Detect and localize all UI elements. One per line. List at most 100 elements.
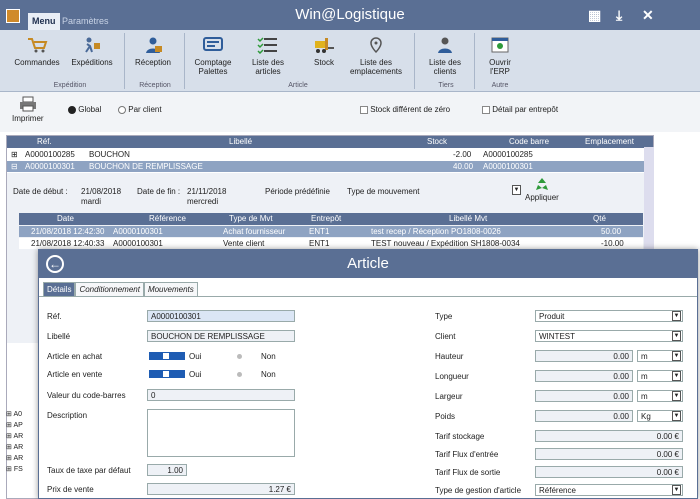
row-stock: -2.00 — [453, 150, 472, 159]
ouvrir-erp-button[interactable]: Ouvrir l'ERP — [478, 30, 522, 82]
client-dropdown-icon[interactable]: ▼ — [672, 331, 681, 341]
sub-header-date[interactable]: Date — [57, 214, 74, 223]
row-libelle: BOUCHON — [89, 150, 130, 159]
vente-toggle[interactable] — [149, 370, 185, 378]
header-emplacement[interactable]: Emplacement — [585, 137, 634, 146]
codebarre-field[interactable]: 0 — [147, 389, 295, 401]
print-button[interactable]: Imprimer — [12, 96, 44, 123]
description-field[interactable] — [147, 409, 295, 457]
header-stock[interactable]: Stock — [427, 137, 447, 146]
reception-button[interactable]: Réception — [128, 30, 178, 82]
list-item[interactable]: ⊞ AR — [6, 443, 38, 454]
gestion-select[interactable]: Référence — [535, 484, 683, 496]
client-icon — [438, 37, 452, 53]
liste-clients-button[interactable]: Liste des clients — [420, 30, 470, 82]
poids-label: Poids — [435, 412, 456, 421]
type-mvt-dropdown[interactable]: ▼ — [512, 185, 521, 195]
close-icon[interactable]: ✕ — [642, 7, 654, 24]
list-item[interactable]: ⊞ A0 — [6, 410, 38, 421]
movement-row[interactable]: 21/08/2018 12:40:33 A0000100301 Vente cl… — [19, 238, 643, 249]
longueur-unit-dropdown-icon[interactable]: ▼ — [672, 371, 681, 381]
sub-header-qte[interactable]: Qté — [593, 214, 606, 223]
type-mvt-label: Type de mouvement — [347, 187, 420, 196]
hauteur-unit-dropdown-icon[interactable]: ▼ — [672, 351, 681, 361]
dialog-header: ← Article — [39, 250, 697, 278]
sub-header-ref[interactable]: Référence — [149, 214, 186, 223]
tarif-entree-label: Tarif Flux d'entrée — [435, 450, 499, 459]
mvt-entrepot: ENT1 — [309, 227, 330, 236]
group-autre-label: Autre — [491, 82, 509, 89]
tab-mouvements[interactable]: Mouvements — [143, 282, 198, 296]
expand-icon[interactable]: ⊞ — [11, 150, 18, 159]
sub-header-libelle[interactable]: Libellé Mvt — [449, 214, 487, 223]
header-code-barre[interactable]: Code barre — [509, 137, 549, 146]
liste-articles-label-2: articles — [255, 67, 281, 76]
radio-par-client[interactable]: Par client — [118, 105, 162, 114]
list-item[interactable]: ⊞ FS — [6, 465, 38, 476]
poids-field[interactable]: 0.00 — [535, 410, 633, 422]
mvt-type: Vente client — [223, 239, 265, 248]
hauteur-field[interactable]: 0.00 — [535, 350, 633, 362]
liste-emplacements-button[interactable]: Liste des emplacements — [346, 30, 406, 82]
description-label: Description — [47, 411, 88, 420]
client-select[interactable]: WINTEST — [535, 330, 683, 342]
detail-checkbox[interactable]: Détail par entrepôt — [482, 105, 558, 114]
movement-row[interactable]: 21/08/2018 12:42:30 A0000100301 Achat fo… — [19, 226, 643, 237]
tab-conditionnement[interactable]: Conditionnement — [75, 282, 144, 296]
sub-header-type[interactable]: Type de Mvt — [229, 214, 273, 223]
date-fin-day: mercredi — [187, 197, 219, 206]
type-dropdown-icon[interactable]: ▼ — [672, 311, 681, 321]
grid-view-icon[interactable]: ▦ — [588, 7, 601, 24]
expeditions-button[interactable]: Expéditions — [66, 30, 118, 82]
tarif-entree-field[interactable]: 0.00 € — [535, 448, 683, 460]
liste-articles-button[interactable]: Liste des articles — [242, 30, 294, 82]
reception-label: Réception — [134, 58, 172, 67]
liste-emplacements-label-2: emplacements — [349, 67, 403, 76]
list-item[interactable]: ⊞ AR — [6, 454, 38, 465]
commandes-label: Commandes — [14, 58, 60, 67]
tarif-stock-field[interactable]: 0.00 € — [535, 430, 683, 442]
largeur-field[interactable]: 0.00 — [535, 390, 633, 402]
stock-diff-box — [360, 105, 368, 114]
header-libelle[interactable]: Libellé — [229, 137, 252, 146]
stock-label: Stock — [313, 58, 334, 67]
largeur-unit-dropdown-icon[interactable]: ▼ — [672, 391, 681, 401]
recycle-icon — [535, 178, 548, 190]
tarif-sortie-field[interactable]: 0.00 € — [535, 466, 683, 478]
vente-oui: Oui — [189, 370, 202, 379]
date-debut-label: Date de début : — [13, 187, 68, 196]
achat-toggle[interactable] — [149, 352, 185, 360]
sub-header-entrepot[interactable]: Entrepôt — [311, 214, 341, 223]
ribbon: Commandes Expéditions Réception Comptage… — [0, 30, 700, 92]
type-select[interactable]: Produit — [535, 310, 683, 322]
comptage-palettes-button[interactable]: Comptage Palettes — [188, 30, 238, 82]
stock-button[interactable]: Stock — [304, 30, 344, 82]
prix-field[interactable]: 1.27 € — [147, 483, 295, 495]
vente-non-dot[interactable] — [237, 372, 242, 377]
longueur-field[interactable]: 0.00 — [535, 370, 633, 382]
erp-window-icon — [491, 37, 509, 53]
commandes-button[interactable]: Commandes — [12, 30, 62, 82]
taxe-label: Taux de taxe par défaut — [47, 466, 131, 475]
list-item[interactable]: ⊞ AP — [6, 421, 38, 432]
collapse-icon[interactable]: ⊟ — [11, 162, 18, 171]
taxe-field[interactable]: 1.00 — [147, 464, 187, 476]
date-debut-value[interactable]: 21/08/2018 — [81, 187, 121, 196]
appliquer-button[interactable]: Appliquer — [525, 177, 559, 202]
ref-field[interactable]: A0000100301 — [147, 310, 295, 322]
radio-global[interactable]: Global — [68, 105, 101, 114]
achat-non-dot[interactable] — [237, 354, 242, 359]
tarif-sortie-label: Tarif Flux de sortie — [435, 468, 501, 477]
download-icon[interactable]: ⤓ — [616, 7, 622, 24]
tab-details[interactable]: Détails — [43, 282, 76, 296]
table-row[interactable]: ⊞ A0000100285 BOUCHON -2.00 A0000100285 — [7, 149, 653, 160]
libelle-field[interactable]: BOUCHON DE REMPLISSAGE — [147, 330, 295, 342]
header-ref[interactable]: Réf. — [37, 137, 52, 146]
date-fin-value[interactable]: 21/11/2018 — [187, 187, 226, 196]
periode-label[interactable]: Période prédéfinie — [265, 187, 330, 196]
table-row-selected[interactable]: ⊟ A0000100301 BOUCHON DE REMPLISSAGE 40.… — [7, 161, 653, 172]
stock-diff-checkbox[interactable]: Stock différent de zéro — [360, 105, 450, 114]
list-item[interactable]: ⊞ AR — [6, 432, 38, 443]
poids-unit-dropdown-icon[interactable]: ▼ — [672, 411, 681, 421]
gestion-dropdown-icon[interactable]: ▼ — [672, 485, 681, 495]
